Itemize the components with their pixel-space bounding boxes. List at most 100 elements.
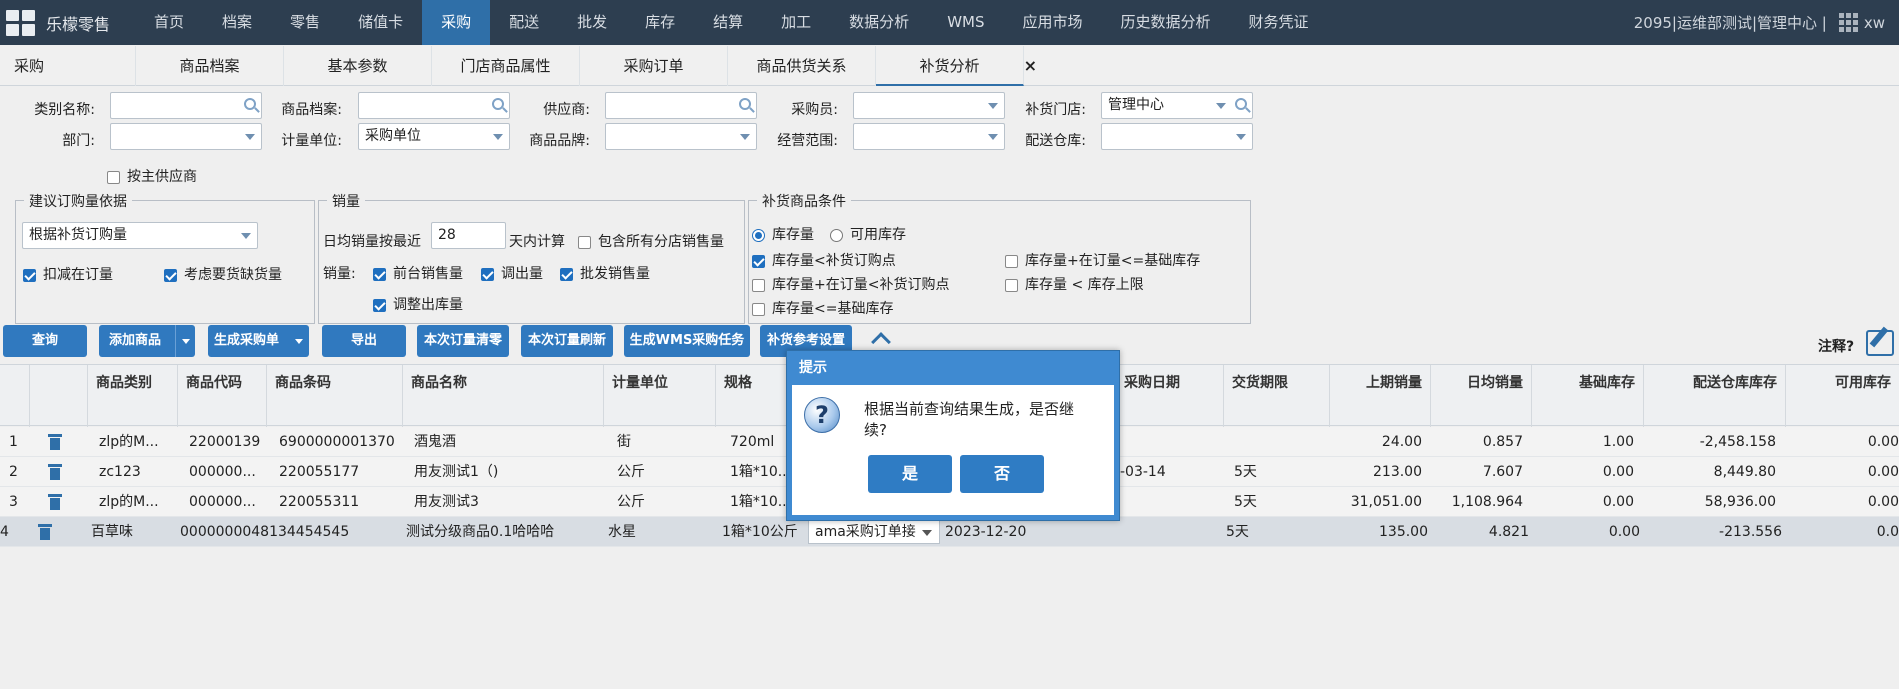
apps-icon[interactable] (1838, 13, 1858, 32)
tab-store-product-attr[interactable]: 门店商品属性 (432, 46, 580, 86)
query-button[interactable]: 查询 (3, 325, 87, 357)
checkbox[interactable] (373, 298, 386, 312)
col-barcode[interactable]: 商品条码 (267, 365, 403, 427)
tab-basic-params[interactable]: 基本参数 (284, 46, 432, 86)
nav-item-app-market[interactable]: 应用市场 (1003, 0, 1101, 45)
cond-below-reorder-checkbox[interactable]: 库存量<补货订购点 (752, 250, 896, 270)
refresh-order-button[interactable]: 本次订量刷新 (521, 325, 613, 357)
col-name[interactable]: 商品名称 (403, 365, 604, 427)
delete-icon[interactable] (38, 524, 52, 540)
delete-icon[interactable] (48, 494, 62, 510)
col-code[interactable]: 商品代码 (178, 365, 267, 427)
cond-le-base-checkbox[interactable]: 库存量<=基础库存 (752, 298, 893, 318)
consider-shortage-checkbox[interactable]: 考虑要货缺货量 (164, 264, 282, 284)
close-tab-icon[interactable]: × (1024, 46, 1037, 86)
col-last-sales[interactable]: 上期销量 (1330, 365, 1431, 427)
delete-icon[interactable] (48, 464, 62, 480)
category-input[interactable] (110, 92, 262, 119)
store-select[interactable]: 管理中心 (1101, 92, 1253, 119)
nav-item-stored-value-card[interactable]: 储值卡 (339, 0, 422, 45)
edit-icon[interactable] (1866, 330, 1894, 356)
user-name[interactable]: xw (1864, 14, 1885, 32)
nav-item-data-analysis[interactable]: 数据分析 (830, 0, 928, 45)
nav-item-finance-voucher[interactable]: 财务凭证 (1230, 0, 1328, 45)
cond-onorder-reorder-checkbox[interactable]: 库存量+在订量<补货订购点 (752, 274, 949, 294)
tab-supply-relation[interactable]: 商品供货关系 (728, 46, 876, 86)
cond-upper-limit-checkbox[interactable]: 库存量 < 库存上限 (1005, 274, 1144, 294)
stock-qty-radio[interactable]: 库存量 (752, 224, 814, 244)
checkbox[interactable] (578, 235, 591, 249)
nav-item-processing[interactable]: 加工 (762, 0, 830, 45)
gen-po-button[interactable]: 生成采购单 (208, 325, 309, 357)
tab-replenish-analysis[interactable]: 补货分析 × (876, 46, 1037, 86)
nav-item-retail[interactable]: 零售 (271, 0, 339, 45)
checkbox[interactable] (481, 267, 494, 281)
product-input[interactable] (358, 92, 510, 119)
include-all-checkbox[interactable]: 包含所有分店销售量 (578, 231, 724, 251)
sales-type-label: 销量: (323, 266, 356, 282)
checkbox[interactable] (373, 267, 386, 281)
clear-order-button[interactable]: 本次订量清零 (417, 325, 509, 357)
pos-sales-checkbox[interactable]: 前台销售量 (373, 263, 463, 283)
checkbox[interactable] (23, 268, 36, 282)
scope-select[interactable] (853, 123, 1005, 150)
avail-stock-radio[interactable]: 可用库存 (830, 224, 906, 244)
nav-item-archive[interactable]: 档案 (203, 0, 271, 45)
col-wh-stock[interactable]: 配送仓库库存 (1644, 365, 1786, 427)
nav-item-purchase[interactable]: 采购 (422, 0, 491, 45)
export-button[interactable]: 导出 (322, 325, 406, 357)
nav-item-settlement[interactable]: 结算 (694, 0, 762, 45)
col-category[interactable]: 商品类别 (88, 365, 178, 427)
delete-icon[interactable] (48, 434, 62, 450)
nav-item-distribution[interactable]: 配送 (490, 0, 558, 45)
chevron-down-icon[interactable] (175, 325, 195, 357)
transfer-out-checkbox[interactable]: 调出量 (481, 263, 543, 283)
nav-item-home[interactable]: 首页 (135, 0, 203, 45)
days-stepper[interactable]: 28 (431, 222, 506, 249)
adjust-out-checkbox[interactable]: 调整出库量 (373, 294, 463, 314)
search-icon[interactable] (1235, 98, 1247, 110)
tab-purchase[interactable]: 采购 (0, 46, 136, 86)
no-button[interactable]: 否 (960, 455, 1044, 493)
checkbox[interactable] (752, 302, 765, 316)
supplier-input[interactable] (605, 92, 757, 119)
warehouse-select[interactable] (1101, 123, 1253, 150)
col-delivery-term[interactable]: 交货期限 (1224, 365, 1330, 427)
checkbox[interactable] (164, 268, 177, 282)
cond-base-stock-checkbox[interactable]: 库存量+在订量<=基础库存 (1005, 250, 1200, 270)
nav-item-wms[interactable]: WMS (928, 0, 1003, 45)
wholesale-sales-checkbox[interactable]: 批发销售量 (560, 263, 650, 283)
checkbox[interactable] (1005, 254, 1018, 268)
radio[interactable] (830, 228, 843, 242)
nav-item-inventory[interactable]: 库存 (626, 0, 694, 45)
add-product-button[interactable]: 添加商品 (99, 325, 195, 357)
main-supplier-checkbox[interactable]: 按主供应商 (107, 166, 197, 186)
order-type-select[interactable]: ama采购订单接 (808, 520, 940, 544)
nav-item-history-analysis[interactable]: 历史数据分析 (1102, 0, 1230, 45)
gen-wms-button[interactable]: 生成WMS采购任务 (624, 325, 750, 357)
deduct-onorder-checkbox[interactable]: 扣减在订量 (23, 264, 113, 284)
cell-spec: 1箱*10公斤 (722, 524, 798, 540)
suggest-basis-select[interactable]: 根据补货订购量 (22, 222, 258, 249)
tab-purchase-order[interactable]: 采购订单 (580, 46, 728, 86)
nav-item-wholesale[interactable]: 批发 (558, 0, 626, 45)
col-base-stock[interactable]: 基础库存 (1532, 365, 1644, 427)
checkbox[interactable] (752, 278, 765, 292)
checkbox[interactable] (560, 267, 573, 281)
radio[interactable] (752, 228, 765, 242)
table-row-selected[interactable]: 4 百草味 0000000048134454545 测试分级商品0.1哈哈哈 水… (0, 517, 1899, 547)
checkbox[interactable] (107, 170, 120, 184)
dept-select[interactable] (110, 123, 262, 150)
col-unit[interactable]: 计量单位 (604, 365, 716, 427)
checkbox[interactable] (752, 254, 765, 268)
app-grid-icon[interactable] (6, 9, 36, 36)
unit-select[interactable]: 采购单位 (358, 123, 510, 150)
col-avg-sales[interactable]: 日均销量 (1431, 365, 1532, 427)
checkbox[interactable] (1005, 278, 1018, 292)
tab-product-archive[interactable]: 商品档案 (136, 46, 284, 86)
col-purchase-date[interactable]: 采购日期 (1116, 365, 1224, 427)
brand-select[interactable] (605, 123, 757, 150)
col-avail[interactable]: 可用库存 (1786, 365, 1899, 427)
yes-button[interactable]: 是 (868, 455, 952, 493)
buyer-select[interactable] (853, 92, 1005, 119)
